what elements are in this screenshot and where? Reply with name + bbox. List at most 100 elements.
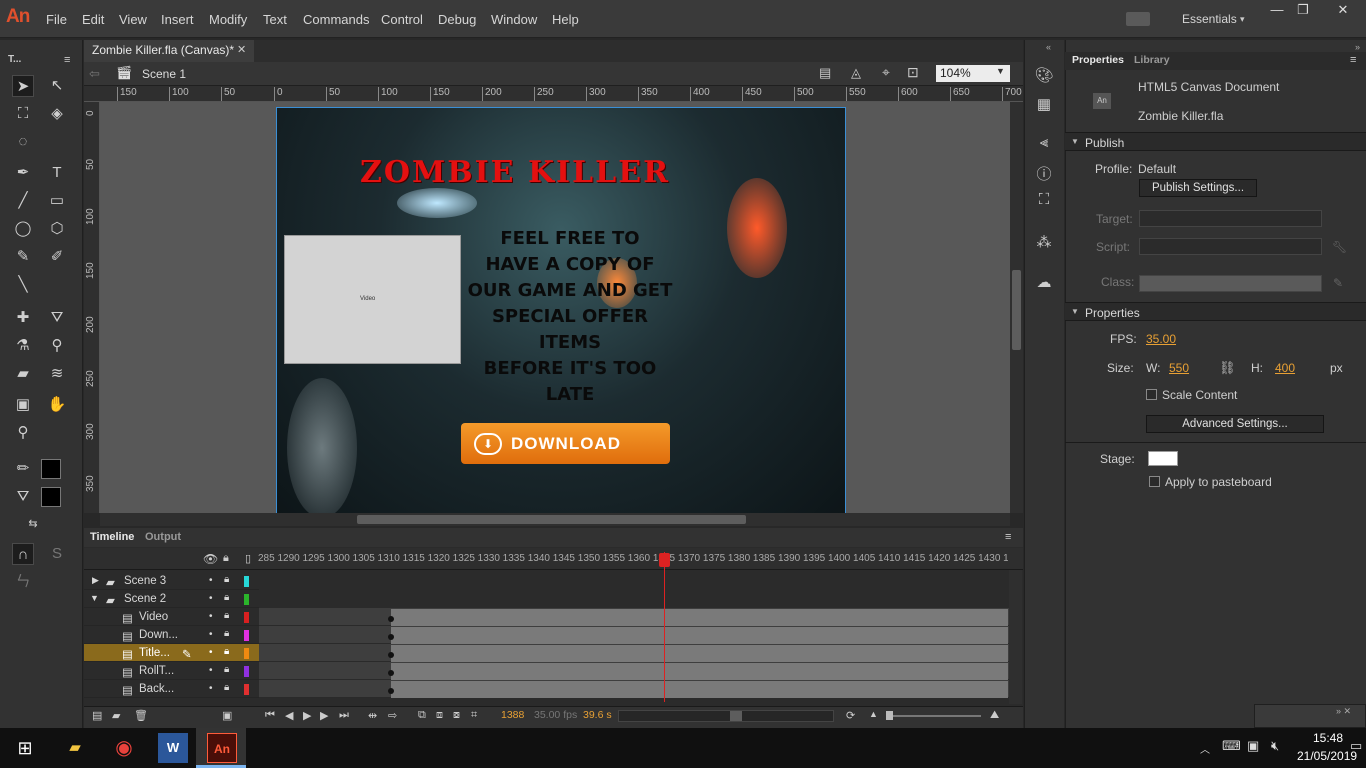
eyedropper-tool-icon[interactable]: ⚲ xyxy=(46,335,68,357)
line-tool-icon[interactable]: ╱ xyxy=(12,190,34,212)
frame-span[interactable] xyxy=(391,663,1008,680)
keyframe-marker[interactable] xyxy=(388,616,394,622)
timeline-horizontal-scrollbar[interactable] xyxy=(618,710,834,722)
menu-help[interactable]: Help xyxy=(552,12,579,27)
chrome-icon[interactable]: ◉ xyxy=(109,733,139,763)
onion-skin-outlines-icon[interactable]: ⧈ xyxy=(436,709,443,722)
lock-icon[interactable]: 🔒︎ xyxy=(224,574,229,585)
workspace-switcher[interactable]: Essentials xyxy=(1182,12,1237,26)
network-icon[interactable]: ▣ xyxy=(1247,738,1259,754)
menu-control[interactable]: Control xyxy=(381,12,423,27)
clock-date[interactable]: 21/05/2019 xyxy=(1297,749,1357,763)
pencil-tool-icon[interactable]: ✎ xyxy=(12,246,34,268)
collapse-arrow-icon[interactable]: ▼ xyxy=(90,593,99,603)
frame-size-small-icon[interactable]: ▲ xyxy=(869,709,878,719)
frame-span[interactable] xyxy=(391,609,1008,626)
motion-presets-icon[interactable]: ⁂ xyxy=(1034,233,1054,253)
playhead-handle[interactable] xyxy=(659,553,670,567)
close-button[interactable]: ✕ xyxy=(1320,0,1366,20)
pen-tool-icon[interactable]: ✒ xyxy=(12,162,34,184)
show-hidden-icons-icon[interactable]: ︿ xyxy=(1200,741,1210,756)
layer-outline-color[interactable] xyxy=(244,630,249,641)
sync-settings-icon[interactable] xyxy=(1126,12,1150,26)
panel-menu-icon[interactable]: ≡ xyxy=(64,54,70,66)
lock-all-icon[interactable]: 🔒︎ xyxy=(223,552,229,565)
visibility-dot-icon[interactable]: • xyxy=(209,629,213,640)
zoom-tool-icon[interactable]: ⚲ xyxy=(12,422,34,444)
tab-properties[interactable]: Properties xyxy=(1072,54,1124,66)
width-value[interactable]: 550 xyxy=(1169,361,1189,375)
layer-row[interactable]: ▤ Down... • 🔒︎ xyxy=(84,626,259,644)
menu-commands[interactable]: Commands xyxy=(303,12,369,27)
edit-scene-icon[interactable]: ▤ xyxy=(819,65,831,81)
frame-size-slider-thumb[interactable] xyxy=(886,711,893,720)
smooth-icon[interactable]: S xyxy=(46,543,68,565)
cc-libraries-icon[interactable]: ☁ xyxy=(1034,273,1054,293)
ink-bottle-tool-icon[interactable]: ⚗ xyxy=(12,335,34,357)
workspace-chevron-icon[interactable]: ▾ xyxy=(1240,14,1245,25)
close-tab-icon[interactable]: ✕ xyxy=(237,43,246,56)
word-icon[interactable]: W xyxy=(158,733,188,763)
class-input[interactable] xyxy=(1139,275,1322,292)
eraser-tool-icon[interactable]: ▰ xyxy=(12,363,34,385)
frame-span[interactable] xyxy=(391,627,1008,644)
step-back-icon[interactable]: ◀ xyxy=(285,709,293,722)
script-select[interactable] xyxy=(1139,238,1322,255)
selection-tool-icon[interactable]: ➤ xyxy=(12,75,34,97)
layer-name[interactable]: Video xyxy=(139,611,168,623)
action-center-icon[interactable]: ▭ xyxy=(1350,738,1362,754)
current-frame-value[interactable]: 1388 xyxy=(501,709,524,721)
document-tab[interactable]: Zombie Killer.fla (Canvas)* xyxy=(84,40,254,62)
lock-icon[interactable]: 🔒︎ xyxy=(224,646,229,657)
frame-span[interactable] xyxy=(391,645,1008,662)
touch-keyboard-icon[interactable]: ⌨ xyxy=(1222,738,1241,754)
menu-view[interactable]: View xyxy=(119,12,147,27)
swatches-panel-icon[interactable]: ▦ xyxy=(1034,95,1054,115)
step-forward-icon[interactable]: ▶ xyxy=(320,709,328,722)
keyframe-marker[interactable] xyxy=(388,634,394,640)
subselection-tool-icon[interactable]: ↖ xyxy=(46,75,68,97)
wrench-icon[interactable]: 🔧︎ xyxy=(1332,240,1347,254)
paint-bucket-tool-icon[interactable]: ⛛ xyxy=(46,307,68,329)
visibility-dot-icon[interactable]: • xyxy=(209,575,213,586)
collapse-panel-icon[interactable]: » xyxy=(1355,42,1360,52)
layer-row[interactable]: ▶ ▰ Scene 3 • 🔒︎ xyxy=(84,572,259,590)
layer-outline-color[interactable] xyxy=(244,666,249,677)
visibility-dot-icon[interactable]: • xyxy=(209,647,213,658)
width-tool-icon[interactable]: ≋ xyxy=(46,363,68,385)
collapse-panels-icon[interactable]: « xyxy=(1046,42,1051,52)
go-to-first-frame-icon[interactable]: ⏮ xyxy=(265,709,275,722)
menu-file[interactable]: File xyxy=(46,12,67,27)
camera-layer-icon[interactable]: ▣ xyxy=(222,709,232,722)
brush-tool-icon[interactable]: ╲ xyxy=(12,274,34,296)
tab-timeline[interactable]: Timeline xyxy=(90,531,134,543)
restore-button[interactable]: ❐ xyxy=(1286,0,1320,20)
bone-tool-icon[interactable]: ✚ xyxy=(12,307,34,329)
menu-debug[interactable]: Debug xyxy=(438,12,476,27)
layer-outline-color[interactable] xyxy=(244,576,249,587)
layer-outline-color[interactable] xyxy=(244,594,249,605)
straighten-icon[interactable]: ㄣ xyxy=(12,571,34,593)
layer-name[interactable]: Back... xyxy=(139,683,174,695)
link-dimensions-icon[interactable]: ⛓ xyxy=(1219,360,1236,376)
fill-color-icon[interactable]: ⛛ xyxy=(12,486,34,508)
keyframe-marker[interactable] xyxy=(388,670,394,676)
delete-layer-icon[interactable]: 🗑︎ xyxy=(134,709,148,722)
timeline-vertical-scrollbar[interactable] xyxy=(1009,570,1022,704)
center-frame-icon[interactable]: ⇨ xyxy=(388,709,397,722)
zoom-dropdown-icon[interactable]: ▼ xyxy=(996,66,1005,76)
center-stage-icon[interactable]: ⌖ xyxy=(882,64,890,81)
clip-content-icon[interactable]: ⊡ xyxy=(907,64,919,81)
edit-multiple-frames-icon[interactable]: ⧇ xyxy=(453,709,460,722)
advanced-settings-button[interactable]: Advanced Settings... xyxy=(1146,415,1324,433)
stage-color-swatch[interactable] xyxy=(1148,451,1178,466)
frame-span[interactable] xyxy=(391,681,1008,698)
play-icon[interactable]: ▶ xyxy=(303,709,311,722)
text-tool-icon[interactable]: T xyxy=(46,162,68,184)
back-arrow-icon[interactable]: ⇦ xyxy=(89,66,100,82)
visibility-dot-icon[interactable]: • xyxy=(209,665,213,676)
layer-outline-color[interactable] xyxy=(244,612,249,623)
layer-outline-color[interactable] xyxy=(244,684,249,695)
expand-arrow-icon[interactable]: ▶ xyxy=(92,575,99,586)
new-folder-icon[interactable]: ▰ xyxy=(112,709,120,722)
